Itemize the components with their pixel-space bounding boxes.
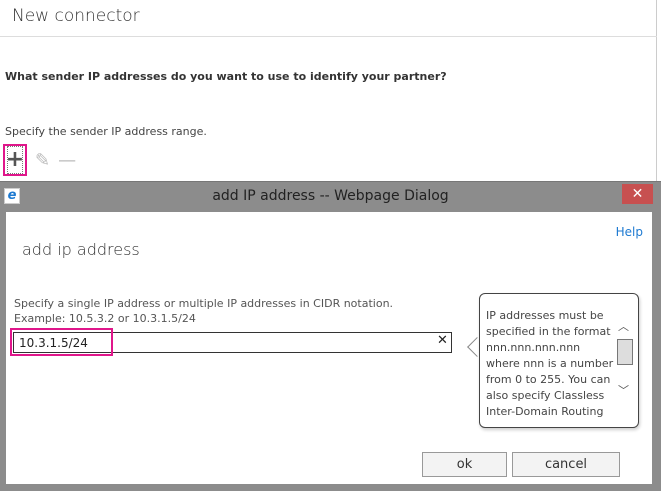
webpage-dialog: e add IP address -- Webpage Dialog ✕ Hel…	[0, 181, 661, 491]
dialog-window-title: add IP address -- Webpage Dialog	[212, 188, 449, 204]
instruction-label: Specify the sender IP address range.	[5, 125, 207, 138]
clear-icon[interactable]: ✕	[437, 333, 448, 348]
scrollbar-thumb[interactable]	[617, 339, 633, 365]
scroll-down-icon[interactable]: ﹀	[618, 382, 629, 398]
edit-icon[interactable]: ✎	[35, 150, 50, 171]
page-title: New connector	[12, 6, 140, 26]
dialog-content: Help add ip address Specify a single IP …	[6, 212, 652, 484]
help-link[interactable]: Help	[616, 225, 643, 239]
instruction-line: Specify a single IP address or multiple …	[14, 297, 394, 310]
divider	[0, 36, 657, 37]
dialog-heading: add ip address	[22, 240, 140, 259]
example-line: Example: 10.5.3.2 or 10.3.1.5/24	[14, 312, 196, 325]
add-button[interactable]: +	[3, 144, 27, 176]
dialog-title-bar[interactable]: e add IP address -- Webpage Dialog ✕	[0, 182, 661, 211]
input-instructions: Specify a single IP address or multiple …	[14, 296, 393, 326]
cancel-button[interactable]: cancel	[512, 452, 620, 477]
toolbar: + ✎ —	[3, 144, 76, 176]
remove-icon[interactable]: —	[58, 150, 76, 171]
tooltip: IP addresses must be specified in the fo…	[479, 293, 639, 428]
plus-icon: +	[5, 146, 25, 174]
tooltip-text: IP addresses must be specified in the fo…	[486, 309, 614, 418]
close-button[interactable]: ✕	[622, 184, 653, 204]
new-connector-page: New connector What sender IP addresses d…	[0, 0, 657, 182]
input-highlight	[10, 328, 113, 356]
scroll-up-icon[interactable]: ︿	[618, 318, 629, 334]
ok-button[interactable]: ok	[422, 452, 507, 477]
question-label: What sender IP addresses do you want to …	[5, 70, 447, 83]
